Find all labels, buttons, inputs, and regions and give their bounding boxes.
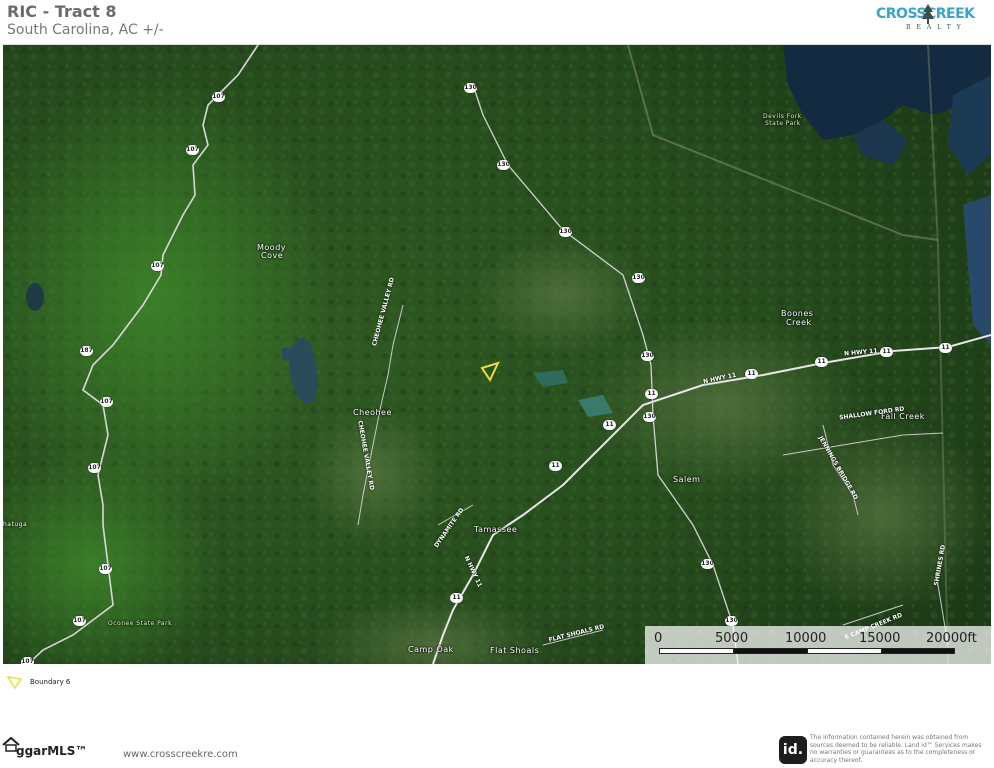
park-label: Devils Fork [763,113,802,120]
scale-segment [807,648,882,654]
place-label: Flat Shoals [490,646,540,655]
logo-subtext: REALTY [906,24,967,31]
route-shield: 130 [464,83,477,93]
route-shield: 11 [603,420,616,430]
place-label: Boones [781,309,814,318]
mls-text: ggarMLS™ [16,744,88,758]
crosscreek-logo[interactable]: CROSSCREEK REALTY [876,4,984,40]
route-shield: 107 [21,657,34,664]
legend-label: Boundary 6 [30,678,71,686]
route-shield: 11 [939,343,952,353]
satellite-map[interactable]: Moody Cove Cheohee Boones Creek Fall Cre… [3,44,991,664]
route-shield: 130 [643,412,656,422]
map-imagery [3,45,991,664]
scale-label: 15000 [859,631,901,646]
park-label: State Park [765,120,801,127]
route-shield: 11 [880,347,893,357]
route-shield: 11 [815,357,828,367]
place-label: Tamassee [474,525,518,534]
scale-label: 0 [654,631,663,646]
route-shield: 130 [641,351,654,361]
place-label: Creek [786,318,812,327]
scale-segment [881,648,955,654]
disclaimer-text: The information contained herein was obt… [810,734,982,764]
map-title: RIC - Tract 8 [7,2,117,21]
landid-logo: id. [779,736,807,764]
route-shield: 107 [88,463,101,473]
place-label: Salem [673,475,701,484]
route-shield: 130 [701,559,714,569]
scale-label: 20000ft [926,631,977,646]
place-label: Cheohee [353,408,392,417]
route-shield: 187 [80,346,93,356]
website-link[interactable]: www.crosscreekre.com [123,749,238,760]
scale-label: 10000 [785,631,827,646]
scale-bar: 0 5000 10000 15000 20000ft [645,626,991,664]
scale-segment [659,648,734,654]
route-shield: 107 [212,92,225,102]
route-shield: 107 [186,145,199,155]
route-shield: 11 [450,593,463,603]
place-label: Cove [261,251,284,260]
route-shield: 130 [725,616,738,626]
park-label: Oconee State Park [108,620,173,627]
route-shield: 107 [100,397,113,407]
route-shield: 11 [645,389,658,399]
route-shield: 130 [632,273,645,283]
route-shield: 107 [151,261,164,271]
place-label: Camp Oak [408,645,454,654]
scale-segment [733,648,808,654]
route-shield: 107 [99,564,112,574]
route-shield: 11 [549,461,562,471]
tree-icon [922,4,934,24]
route-shield: 107 [73,616,86,626]
boundary-legend-icon [7,676,23,689]
scale-label: 5000 [715,631,749,646]
map-subtitle: South Carolina, AC +/- [7,22,164,38]
route-shield: 130 [559,227,572,237]
route-shield: 11 [745,369,758,379]
place-label: hatuga [3,521,28,528]
route-shield: 130 [497,160,510,170]
